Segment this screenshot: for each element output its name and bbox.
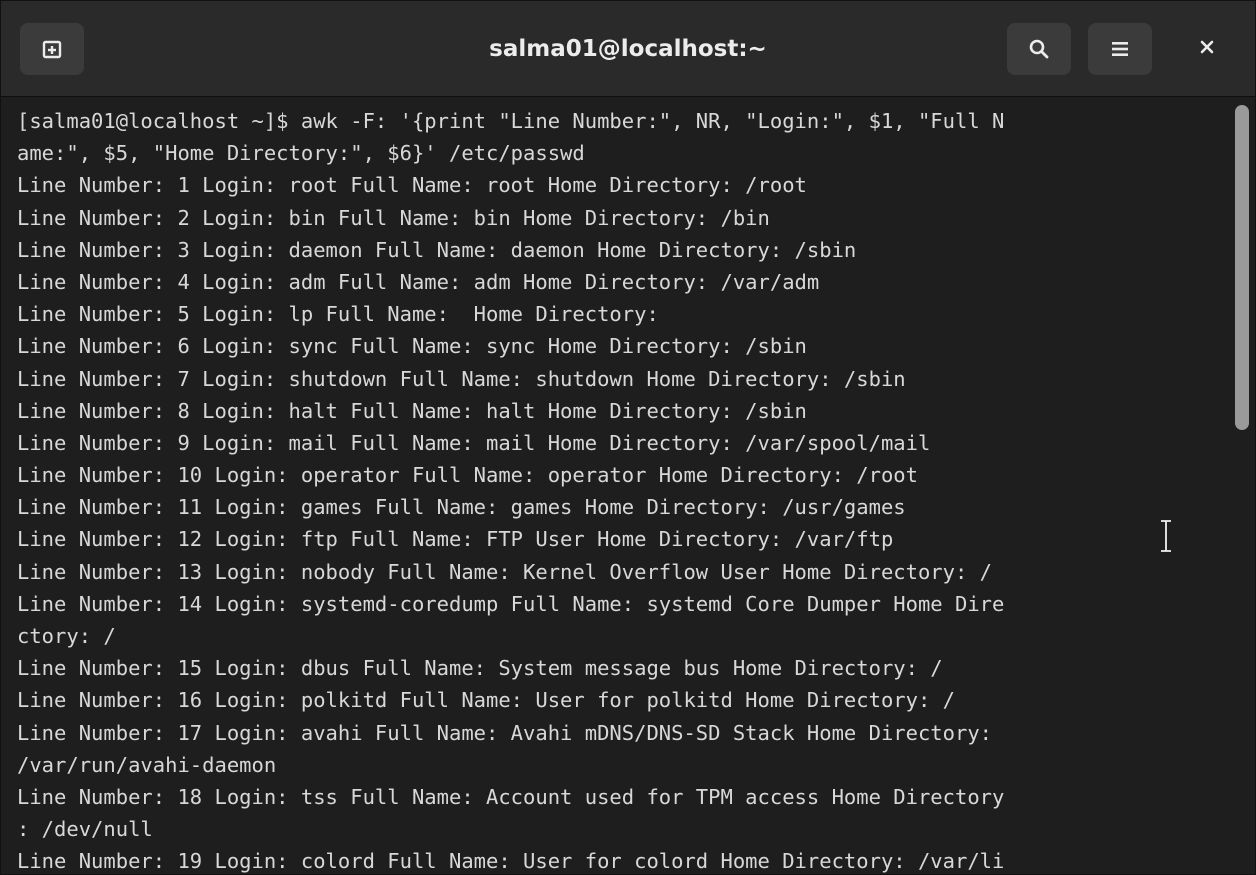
terminal-line: Line Number: 11 Login: games Full Name: … [17,495,906,520]
terminal-line: Line Number: 1 Login: root Full Name: ro… [17,173,807,198]
terminal-line: : /dev/null [17,817,153,842]
terminal-line: Line Number: 3 Login: daemon Full Name: … [17,237,857,262]
terminal-line: Line Number: 19 Login: colord Full Name:… [17,849,1005,874]
terminal-window: salma01@localhost:~ [salma01@localhost ~… [0,0,1256,875]
terminal-line: Line Number: 9 Login: mail Full Name: ma… [17,430,931,455]
terminal-line: Line Number: 4 Login: adm Full Name: adm… [17,269,820,294]
terminal-line: ctory: / [17,624,116,648]
terminal-line: Line Number: 16 Login: polkitd Full Name… [17,688,955,713]
new-tab-icon [41,38,63,60]
terminal-line: Line Number: 17 Login: avahi Full Name: … [17,720,993,745]
header-bar: salma01@localhost:~ [1,1,1255,97]
search-icon [1028,38,1050,60]
terminal-line: Line Number: 8 Login: halt Full Name: ha… [17,398,807,423]
terminal-line: Line Number: 18 Login: tss Full Name: Ac… [17,784,1005,809]
main-menu-button[interactable] [1088,23,1152,75]
vertical-scrollbar[interactable] [1235,105,1249,430]
terminal-line: [salma01@localhost ~]$ awk -F: '{print "… [17,109,1005,133]
text-cursor-icon [1159,519,1173,553]
new-tab-button[interactable] [20,23,84,75]
close-icon [1199,39,1215,60]
terminal-line: Line Number: 15 Login: dbus Full Name: S… [17,656,943,681]
terminal-line: Line Number: 7 Login: shutdown Full Name… [17,366,906,391]
terminal-line: ame:", $5, "Home Directory:", $6}' /etc/… [17,141,585,166]
terminal-line: Line Number: 12 Login: ftp Full Name: FT… [17,527,894,552]
terminal-output: [salma01@localhost ~]$ awk -F: '{print "… [17,105,1235,874]
terminal-line: Line Number: 5 Login: lp Full Name: Home… [17,302,659,327]
terminal-line: Line Number: 2 Login: bin Full Name: bin… [17,205,770,230]
terminal-line: Line Number: 13 Login: nobody Full Name:… [17,559,993,584]
terminal-view[interactable]: [salma01@localhost ~]$ awk -F: '{print "… [1,97,1255,874]
terminal-line: Line Number: 6 Login: sync Full Name: sy… [17,334,807,359]
hamburger-menu-icon [1110,39,1130,59]
close-button[interactable] [1187,29,1227,69]
search-button[interactable] [1007,23,1071,75]
terminal-line: Line Number: 14 Login: systemd-coredump … [17,591,1005,616]
terminal-line: /var/run/avahi-daemon [17,752,277,777]
terminal-line: Line Number: 10 Login: operator Full Nam… [17,463,918,488]
